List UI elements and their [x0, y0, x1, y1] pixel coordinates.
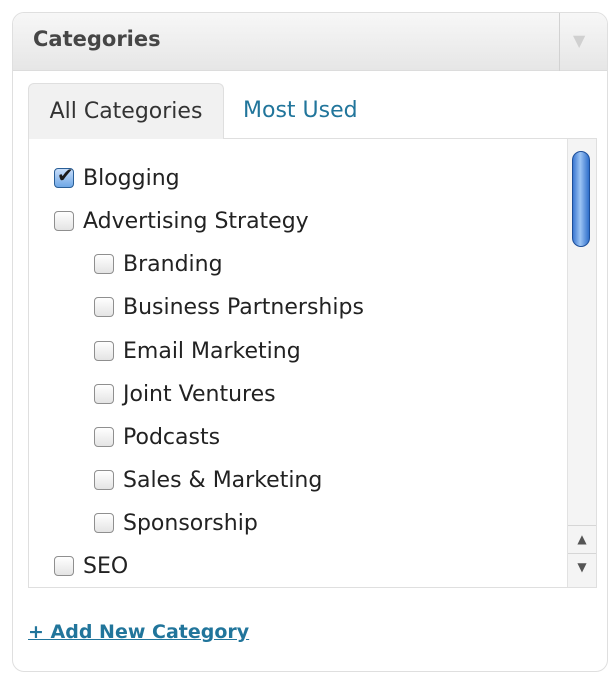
category-label: Podcasts	[123, 424, 221, 450]
category-checkbox[interactable]	[94, 427, 114, 447]
category-label: Sales & Marketing	[123, 467, 323, 493]
widget-header[interactable]: Categories ▼	[13, 13, 607, 71]
category-checkbox[interactable]	[94, 341, 114, 361]
category-item-seo[interactable]: SEO	[54, 551, 128, 581]
add-new-category-link[interactable]: + Add New Category	[28, 621, 249, 643]
header-divider	[559, 13, 560, 71]
category-item-advertising-strategy[interactable]: Advertising Strategy	[54, 206, 309, 236]
category-label: Blogging	[83, 165, 180, 191]
categories-widget: Categories ▼ All Categories Most Used Bl…	[12, 12, 608, 672]
category-item-sponsorship[interactable]: Sponsorship	[94, 508, 258, 538]
category-label: Email Marketing	[123, 338, 301, 364]
category-checkbox[interactable]	[94, 384, 114, 404]
category-checkbox[interactable]	[94, 254, 114, 274]
category-label: Sponsorship	[123, 510, 258, 536]
category-label: Branding	[123, 251, 223, 277]
tab-most-used[interactable]: Most Used	[243, 83, 403, 139]
widget-title: Categories	[33, 27, 161, 51]
tab-all-categories[interactable]: All Categories	[28, 83, 224, 139]
category-label: Joint Ventures	[123, 381, 276, 407]
category-item-email-marketing[interactable]: Email Marketing	[94, 336, 301, 366]
triangle-down-icon[interactable]: ▼	[573, 31, 585, 50]
category-checkbox[interactable]	[94, 470, 114, 490]
scroll-up-arrow-icon[interactable]: ▲	[568, 525, 596, 552]
category-label: Business Partnerships	[123, 294, 364, 320]
category-item-sales-marketing[interactable]: Sales & Marketing	[94, 465, 322, 495]
category-item-joint-ventures[interactable]: Joint Ventures	[94, 379, 276, 409]
category-label: SEO	[83, 553, 129, 579]
category-item-business-partnerships[interactable]: Business Partnerships	[94, 292, 364, 322]
category-item-blogging[interactable]: Blogging	[54, 163, 180, 193]
scrollbar-thumb[interactable]	[572, 151, 590, 247]
category-checkbox[interactable]	[94, 513, 114, 533]
scroll-down-arrow-icon[interactable]: ▼	[568, 553, 596, 580]
category-item-branding[interactable]: Branding	[94, 249, 223, 279]
category-label: Advertising Strategy	[83, 208, 309, 234]
category-checkbox[interactable]	[54, 211, 74, 231]
category-list-panel[interactable]: Blogging Advertising Strategy Branding B…	[28, 138, 597, 588]
category-item-podcasts[interactable]: Podcasts	[94, 422, 220, 452]
category-checkbox[interactable]	[54, 163, 74, 188]
category-checkbox[interactable]	[54, 556, 74, 576]
vertical-scrollbar[interactable]: ▲ ▼	[567, 139, 596, 587]
category-checkbox[interactable]	[94, 297, 114, 317]
